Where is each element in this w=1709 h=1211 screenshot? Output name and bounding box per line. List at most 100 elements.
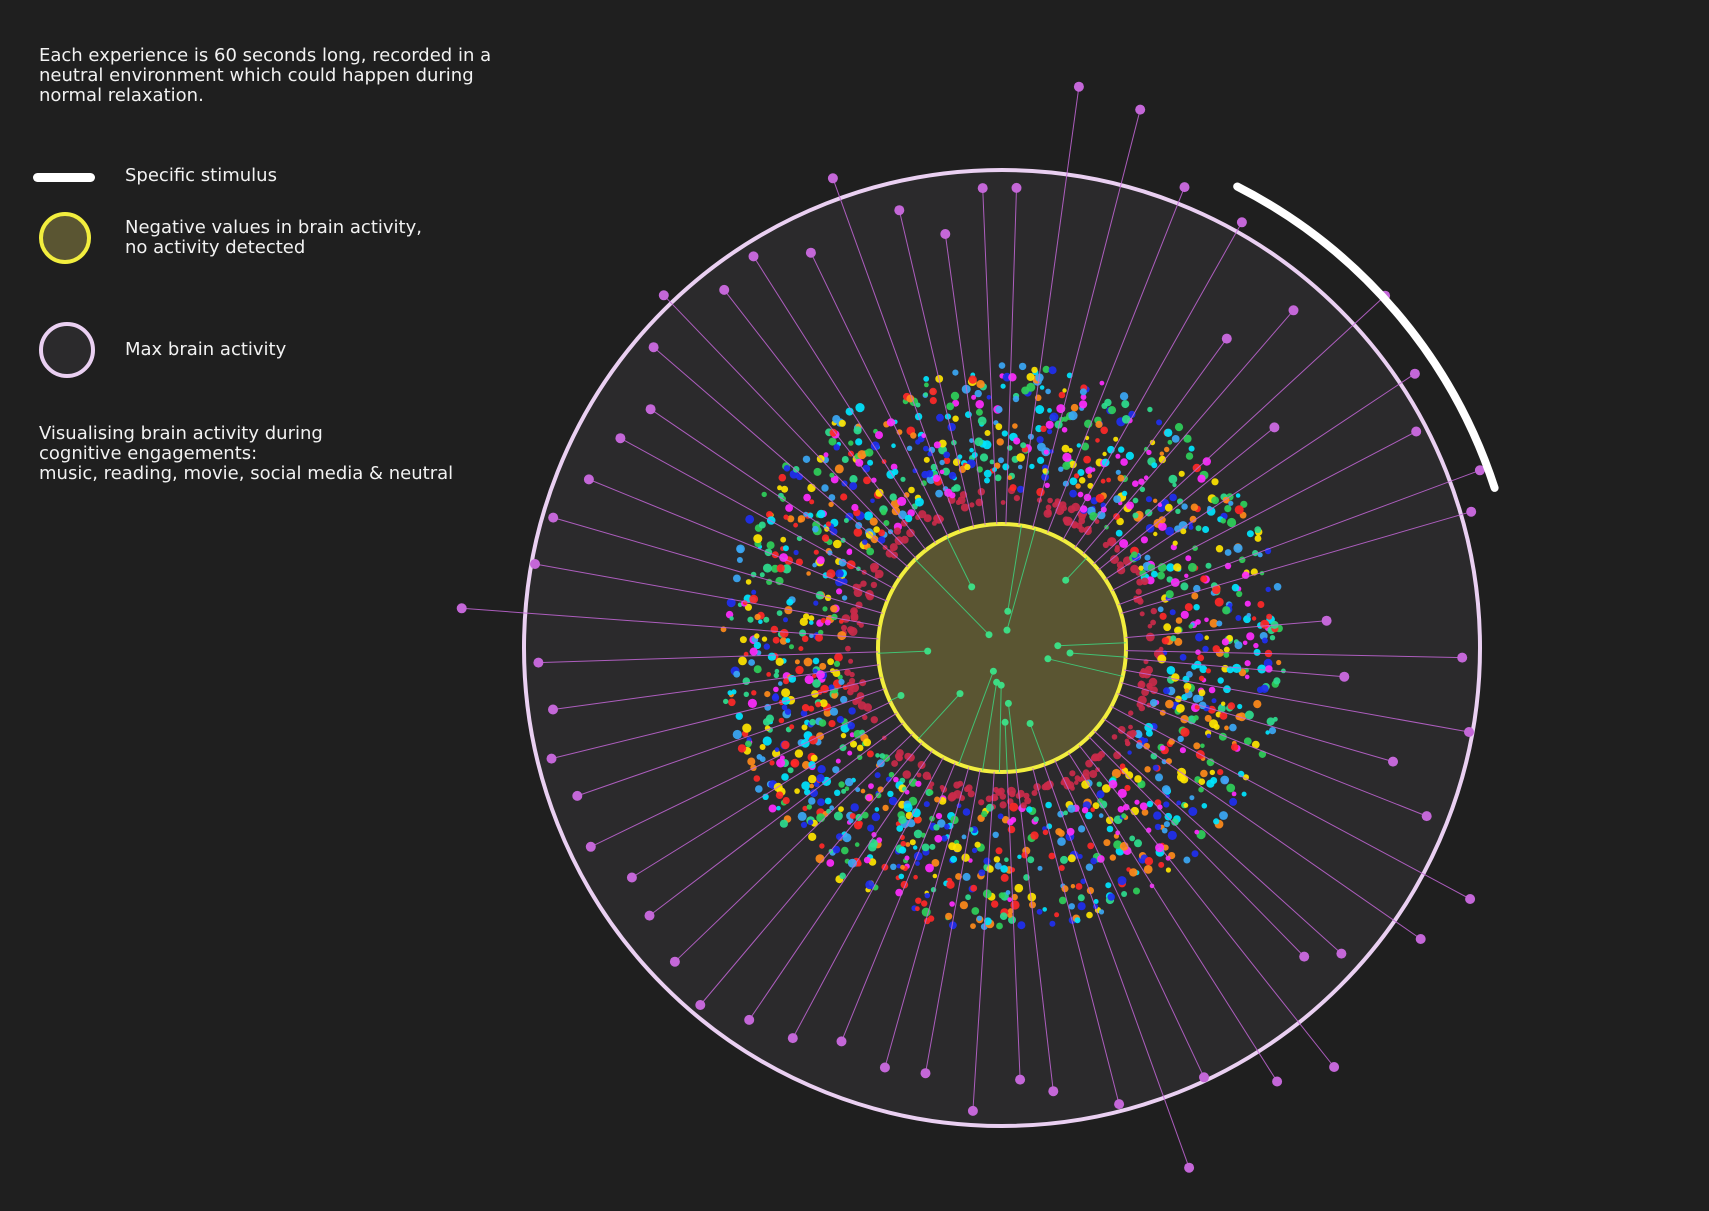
activity-band-point [754, 613, 761, 621]
activity-band-point [747, 616, 754, 623]
activity-band-point [1087, 842, 1095, 850]
activity-band-point [736, 557, 743, 563]
activity-band-point [1086, 911, 1093, 919]
activity-band-point [1144, 857, 1154, 866]
activity-band-point [1115, 529, 1123, 537]
activity-band-point [1257, 664, 1267, 674]
activity-band-point [819, 662, 827, 670]
activity-band-point [1184, 688, 1190, 694]
activity-band-point [882, 804, 889, 812]
activity-band-point [1176, 704, 1185, 713]
activity-band-point [1039, 385, 1045, 390]
outer-point [977, 183, 988, 194]
activity-band-point [800, 821, 808, 829]
activity-band-point [1100, 478, 1106, 484]
outer-point [1465, 894, 1476, 904]
outer-point [1411, 426, 1422, 437]
activity-band-point [1153, 811, 1162, 820]
activity-band-point [1114, 547, 1120, 553]
outer-point [879, 1062, 890, 1073]
activity-band-point [808, 832, 817, 842]
activity-band-point [1090, 807, 1095, 812]
activity-band-point [833, 811, 843, 821]
activity-band-point [755, 785, 763, 793]
activity-band-point [759, 572, 765, 578]
activity-band-point [1200, 575, 1208, 583]
activity-band-point [809, 620, 814, 625]
activity-band-point [1163, 801, 1170, 808]
activity-band-point [844, 669, 851, 676]
activity-band-point [849, 813, 856, 819]
outer-point [1339, 671, 1350, 682]
activity-band-point [778, 473, 787, 482]
activity-band-point [1177, 735, 1184, 743]
activity-band-point [835, 758, 841, 764]
activity-band-point [1077, 902, 1086, 911]
activity-band-point [854, 842, 860, 847]
activity-band-point [816, 556, 825, 565]
activity-band-point [1061, 885, 1069, 893]
activity-band-point [1208, 686, 1216, 694]
activity-band-point [1059, 501, 1067, 509]
activity-band-point [1075, 883, 1083, 890]
activity-band-point [779, 628, 789, 638]
activity-band-point [999, 912, 1008, 920]
activity-band-point [1118, 446, 1125, 453]
activity-band-point [1095, 493, 1105, 503]
activity-band-point [1157, 606, 1164, 613]
activity-band-point [898, 815, 907, 824]
activity-band-point [891, 443, 896, 449]
activity-band-point [809, 783, 814, 789]
activity-band-point [771, 694, 780, 702]
activity-band-point [795, 665, 804, 675]
activity-band-point [993, 795, 999, 801]
activity-band-point [934, 834, 943, 843]
activity-band-point [952, 415, 959, 422]
activity-band-point [857, 450, 867, 460]
activity-band-point [763, 616, 770, 623]
activity-band-point [1150, 619, 1156, 626]
activity-band-point [1101, 402, 1108, 409]
activity-band-point [1063, 810, 1068, 816]
activity-band-point [808, 735, 818, 745]
activity-band-point [1029, 463, 1035, 470]
activity-band-point [1200, 743, 1205, 749]
activity-band-point [1215, 545, 1224, 553]
activity-band-point [1228, 500, 1234, 506]
activity-band-point [974, 841, 981, 848]
activity-band-point [1157, 571, 1165, 580]
activity-band-point [1153, 531, 1158, 537]
activity-band-point [1211, 478, 1219, 486]
activity-band-point [815, 854, 825, 864]
activity-band-point [745, 579, 752, 585]
activity-band-point [1167, 830, 1177, 841]
outer-point [456, 603, 467, 614]
activity-band-point [906, 753, 915, 762]
activity-band-point [1119, 763, 1126, 769]
activity-band-point [1062, 388, 1067, 393]
activity-band-point [1257, 601, 1265, 608]
activity-band-point [833, 660, 841, 668]
activity-band-point [986, 803, 994, 812]
activity-band-point [776, 805, 781, 811]
outer-point [1466, 506, 1477, 517]
outer-point [1288, 305, 1299, 316]
outer-point [548, 704, 558, 715]
activity-band-point [1045, 504, 1052, 511]
activity-band-point [923, 376, 930, 382]
activity-band-point [870, 716, 878, 724]
activity-band-point [890, 863, 897, 870]
activity-band-point [1167, 439, 1173, 445]
activity-band-point [984, 430, 991, 436]
activity-band-point [841, 624, 847, 631]
activity-band-point [753, 534, 763, 544]
activity-band-point [971, 907, 980, 915]
activity-band-point [900, 840, 907, 847]
activity-band-point [961, 834, 967, 840]
activity-band-point [969, 447, 974, 453]
activity-band-point [1124, 738, 1130, 744]
activity-band-point [821, 534, 830, 542]
activity-band-point [1165, 590, 1174, 599]
activity-band-point [1057, 837, 1066, 846]
activity-band-point [781, 740, 790, 750]
